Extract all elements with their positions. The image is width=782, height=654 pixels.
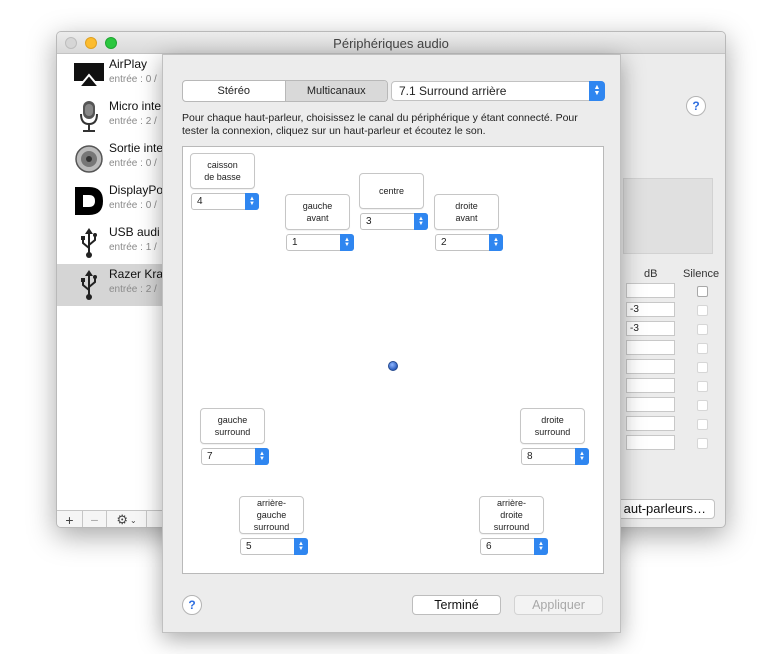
device-name: Micro inte [109,99,162,113]
sheet-help-button[interactable]: ? [182,595,202,615]
window-title: Périphériques audio [333,36,449,51]
add-device-button[interactable]: + [57,511,83,527]
usb-icon [71,268,107,302]
sidebar-toolbar: + − ⚙ ⌄ [57,510,163,527]
help-icon: ? [182,595,202,615]
device-channels: entrée : 1 / [109,242,157,253]
device-item-airplay[interactable]: AirPlay entrée : 0 / [57,54,163,96]
select-arrows-icon: ▲ ▼ [294,538,308,555]
select-arrows-icon: ▲ ▼ [534,538,548,555]
device-name: AirPlay [109,57,148,71]
tab-multichannel[interactable]: Multicanaux [284,81,387,101]
channel-select-subwoofer[interactable]: 4 ▲ ▼ [191,193,259,210]
db-field-9[interactable] [626,435,675,450]
device-item-razer[interactable]: Razer Kra entrée : 2 / [57,264,163,306]
speaker-left-surround-button[interactable]: gauche surround [200,408,265,444]
channel-select-rear-left[interactable]: 5 ▲ ▼ [240,538,308,555]
db-field-7[interactable] [626,397,675,412]
speaker-icon [71,142,107,176]
speaker-center-button[interactable]: centre [359,173,424,209]
select-arrows-icon: ▲ ▼ [489,234,503,251]
title-bar[interactable]: Périphériques audio [57,32,725,54]
device-channels: entrée : 0 / [109,74,157,85]
channel-select-front-right[interactable]: 2 ▲ ▼ [435,234,503,251]
db-field-1[interactable] [626,283,675,298]
channel-select-left-surround[interactable]: 7 ▲ ▼ [201,448,269,465]
select-arrows-icon: ▲ ▼ [414,213,428,230]
device-list: AirPlay entrée : 0 / Micro inte entrée :… [57,54,163,514]
listener-position-icon [388,361,398,371]
channel-select-center[interactable]: 3 ▲ ▼ [360,213,428,230]
speaker-subwoofer-button[interactable]: caisson de basse [190,153,255,189]
device-item-displayport[interactable]: DisplayPo entrée : 0 / [57,180,163,222]
mute-checkbox-7[interactable] [697,400,708,411]
speaker-rear-right-button[interactable]: arrière- droite surround [479,496,544,534]
displayport-icon [71,184,107,218]
channel-select-front-left[interactable]: 1 ▲ ▼ [286,234,354,251]
silence-column-header: Silence [683,268,720,280]
volume-panel [623,178,713,254]
select-arrows-icon: ▲ ▼ [245,193,259,210]
select-arrows-icon: ▲ ▼ [589,81,605,101]
db-field-6[interactable] [626,378,675,393]
preset-value: 7.1 Surround arrière [399,84,507,98]
select-arrows-icon: ▲ ▼ [575,448,589,465]
usb-icon [71,226,107,260]
instruction-text: Pour chaque haut-parleur, choisissez le … [182,112,578,137]
db-field-3[interactable]: -3 [626,321,675,336]
speaker-rear-left-button[interactable]: arrière- gauche surround [239,496,304,534]
device-channels: entrée : 0 / [109,158,157,169]
remove-device-button[interactable]: − [83,511,107,527]
microphone-icon [71,100,107,134]
gear-menu-button[interactable]: ⚙ ⌄ [107,511,147,527]
db-field-4[interactable] [626,340,675,355]
mute-checkbox-4[interactable] [697,343,708,354]
select-arrows-icon: ▲ ▼ [340,234,354,251]
help-icon: ? [686,96,706,116]
chevron-down-icon: ⌄ [129,515,137,525]
done-button[interactable]: Terminé [412,595,501,615]
device-item-internal-output[interactable]: Sortie inte entrée : 0 / [57,138,163,180]
mute-checkbox-1[interactable] [697,286,708,297]
mute-checkbox-9[interactable] [697,438,708,449]
tab-stereo[interactable]: Stéréo [183,81,285,101]
device-name: Sortie inte [109,141,163,155]
db-field-8[interactable] [626,416,675,431]
db-column-header: dB [644,268,658,280]
channel-select-right-surround[interactable]: 8 ▲ ▼ [521,448,589,465]
mute-checkbox-3[interactable] [697,324,708,335]
speaker-preset-select[interactable]: 7.1 Surround arrière ▲ ▼ [391,81,605,101]
device-name: Razer Kra [109,267,163,281]
device-item-internal-mic[interactable]: Micro inte entrée : 2 / [57,96,163,138]
configure-speakers-sheet: Stéréo Multicanaux 7.1 Surround arrière … [162,54,621,633]
channel-select-rear-right[interactable]: 6 ▲ ▼ [480,538,548,555]
device-channels: entrée : 0 / [109,200,157,211]
mute-checkbox-6[interactable] [697,381,708,392]
select-arrows-icon: ▲ ▼ [255,448,269,465]
device-item-usb-audio[interactable]: USB audi entrée : 1 / [57,222,163,264]
gear-icon: ⚙ [116,512,128,527]
mode-segmented-control: Stéréo Multicanaux [182,80,388,102]
device-channels: entrée : 2 / [109,284,157,295]
mute-checkbox-5[interactable] [697,362,708,373]
speaker-right-surround-button[interactable]: droite surround [520,408,585,444]
speaker-front-right-button[interactable]: droite avant [434,194,499,230]
device-name: USB audi [109,225,160,239]
speaker-layout-area: caisson de basse 4 ▲ ▼ gauche avant 1 ▲ ▼ … [182,146,604,574]
help-button[interactable]: ? [686,96,706,116]
db-field-5[interactable] [626,359,675,374]
mute-checkbox-2[interactable] [697,305,708,316]
device-channels: entrée : 2 / [109,116,157,127]
mute-checkbox-8[interactable] [697,419,708,430]
airplay-icon [71,58,107,92]
apply-button[interactable]: Appliquer [514,595,603,615]
speaker-front-left-button[interactable]: gauche avant [285,194,350,230]
device-name: DisplayPo [109,183,163,197]
db-field-2[interactable]: -3 [626,302,675,317]
